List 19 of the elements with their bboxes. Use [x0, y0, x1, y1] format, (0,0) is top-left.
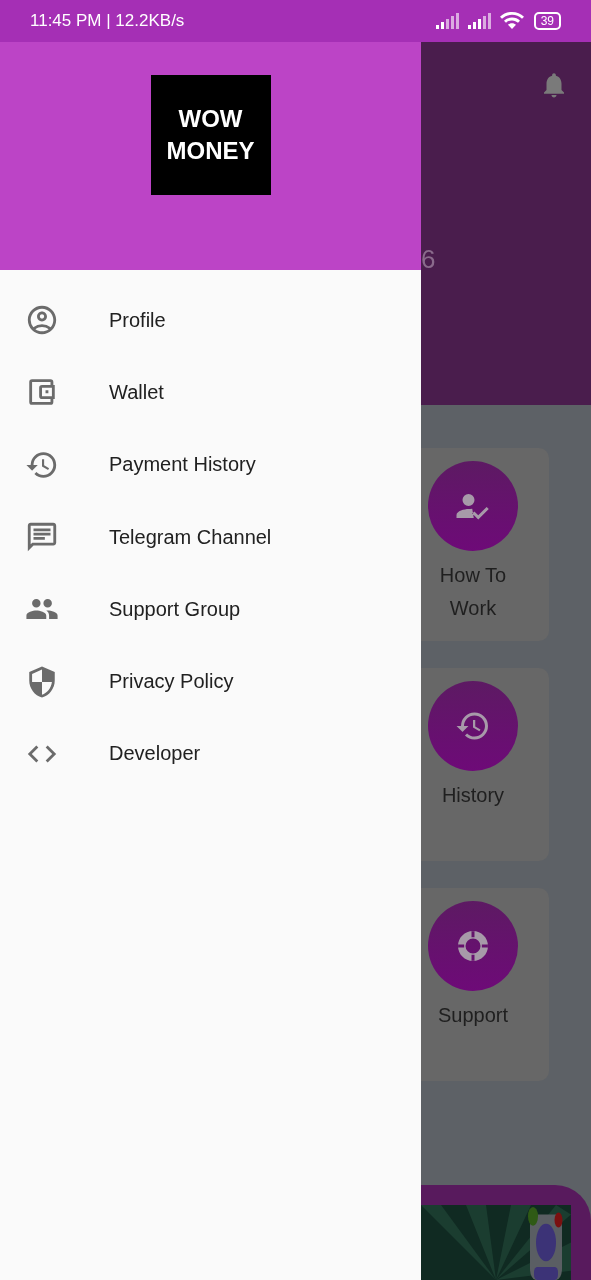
- battery-indicator: 39: [533, 12, 561, 30]
- menu-item[interactable]: Profile: [0, 284, 421, 357]
- app-logo: WOW MONEY: [150, 75, 271, 195]
- menu-item[interactable]: Wallet: [0, 356, 421, 429]
- card-label: History: [440, 783, 506, 808]
- menu-item[interactable]: Support Group: [0, 573, 421, 646]
- lifebuoy-icon: [455, 928, 491, 964]
- card-label: Support: [436, 1003, 510, 1028]
- signal-icon: [467, 13, 494, 29]
- menu-item[interactable]: Payment History: [0, 428, 421, 501]
- wifi-icon: [499, 12, 524, 30]
- menu-item[interactable]: Developer: [0, 717, 421, 791]
- menu-item[interactable]: Telegram Channel: [0, 500, 421, 574]
- status-time: 11:45 PM | 12.2KB/s: [30, 11, 185, 31]
- ad-banner[interactable]: [421, 1185, 591, 1280]
- menu-item[interactable]: Privacy Policy: [0, 645, 421, 718]
- card-label: How To Work: [438, 563, 508, 621]
- balance-text: 6: [421, 244, 436, 275]
- signal-icon: [435, 13, 462, 29]
